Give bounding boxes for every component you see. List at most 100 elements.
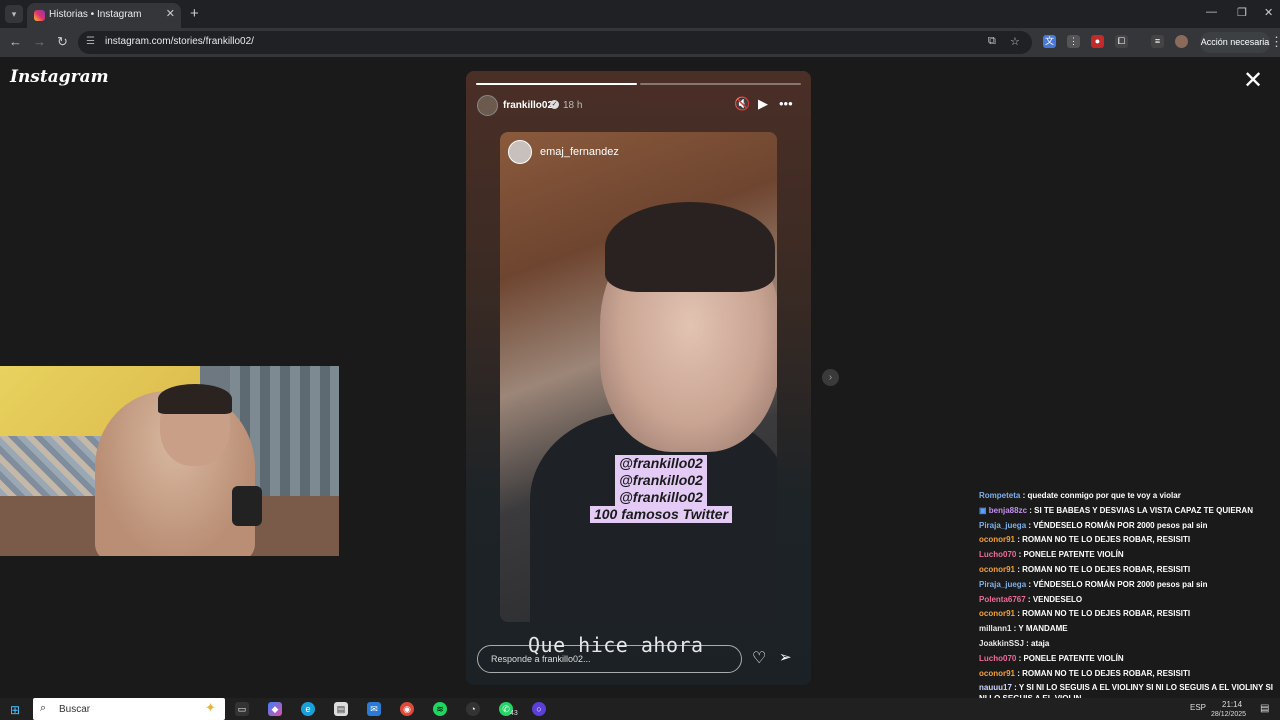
webcam-microphone [232,486,262,526]
edge-icon[interactable]: e [301,702,315,716]
chat-text: : Y MANDAME [1011,624,1068,634]
chat-text: : VÉNDESELO ROMÁN POR 2000 pesos pal sin [1026,579,1208,589]
story-progress-bar [476,83,637,85]
clock-time[interactable]: 21:14 [1222,700,1242,709]
app-icon[interactable]: ○ [532,702,546,716]
mention-sticker[interactable]: @frankillo02 @frankillo02 @frankillo02 1… [572,455,750,523]
chat-badge-icon: ▣ [979,505,989,515]
store-icon[interactable]: ▤ [334,702,348,716]
close-stories-icon[interactable]: ✕ [1243,69,1263,93]
chat-username: Polenta6767 [979,594,1026,604]
chat-message: nauuu17 : Y SI NI LO SEGUIS A EL VIOLINY… [976,681,1280,698]
story-viewer[interactable]: frankillo02 ✓ 18 h 🔇 ▶ ••• emaj_fernande… [466,71,811,685]
tab-close-icon[interactable]: ✕ [166,7,175,20]
chat-text: : Y SI NI LO SEGUIS A EL VIOLINY SI NI L… [979,683,1273,698]
action-needed-button[interactable]: Acción necesaria [1200,32,1270,53]
chat-username: Lucho070 [979,653,1017,663]
copilot-icon[interactable]: ◆ [268,702,282,716]
chat-text: : PONELE PATENTE VIOLÍN [1016,653,1124,663]
chat-message: Lucho070 : PONELE PATENTE VIOLÍN [976,652,1280,667]
taskbar-search-box[interactable]: ⌕ Buscar ✦ [33,698,225,720]
clock-app-icon[interactable]: ◔ [466,702,480,716]
taskbar-search-placeholder: Buscar [59,704,91,715]
chat-username: Piraja_juega [979,520,1027,530]
reload-icon[interactable]: ↻ [57,34,68,50]
chat-text: : ROMAN NO TE LO DEJES ROBAR, RESISITI [1015,564,1191,574]
chat-text: : SI TE BABEAS Y DESVIAS LA VISTA CAPAZ … [1027,505,1253,515]
adblock-extension-icon[interactable]: ● [1091,35,1104,48]
reading-list-icon[interactable]: ≡ [1151,35,1164,48]
chat-message: oconor91 : ROMAN NO TE LO DEJES ROBAR, R… [976,607,1280,622]
chat-text: : PONELE PATENTE VIOLÍN [1016,550,1124,560]
task-view-icon[interactable]: ▭ [235,702,249,716]
translate-extension-icon[interactable]: 文 [1043,35,1056,48]
windows-start-icon[interactable]: ⊞ [10,703,20,717]
address-bar[interactable]: ☰ instagram.com/stories/frankillo02/ ⧉ ☆ [78,31,1032,54]
story-author-avatar[interactable] [477,95,498,116]
new-tab-icon[interactable]: + [190,5,199,22]
more-options-icon[interactable]: ••• [779,96,793,111]
screen: ▾ Historias • Instagram ✕ + — ❐ ✕ ← → ↻ … [0,0,1280,720]
install-app-icon[interactable]: ⧉ [988,35,996,48]
chat-username: Lucho070 [979,550,1017,560]
extension-icon[interactable]: ⋮ [1067,35,1080,48]
next-story-arrow-icon[interactable]: › [822,369,839,386]
stream-chat-overlay: Rompeteta : quedate conmigo por que te v… [976,489,1280,698]
chat-message: oconor91 : ROMAN NO TE LO DEJES ROBAR, R… [976,667,1280,682]
chat-username: millann1 [979,624,1012,634]
story-author-username[interactable]: frankillo02 [503,100,553,111]
clock-date[interactable]: 28/12/2025 [1211,711,1246,718]
chat-username: JoakkinSSJ [979,638,1024,648]
mail-icon[interactable]: ✉ [367,702,381,716]
chat-text: : VENDESELO [1025,594,1083,604]
post-photo-hair [605,202,775,292]
notifications-icon[interactable]: ▤ [1260,703,1269,714]
browser-toolbar: ← → ↻ ☰ instagram.com/stories/frankillo0… [0,28,1280,57]
sticker-line: 100 famosos Twitter [589,506,733,523]
story-progress-fill [476,83,637,85]
maximize-icon[interactable]: ❐ [1237,6,1247,19]
chat-username: Piraja_juega [979,579,1027,589]
chat-username: nauuu17 [979,683,1012,693]
chat-message: ▣ benja88zc : SI TE BABEAS Y DESVIAS LA … [976,504,1280,519]
like-heart-icon[interactable]: ♡ [752,648,766,668]
send-direct-icon[interactable]: ➢ [779,648,792,666]
window-close-icon[interactable]: ✕ [1264,6,1273,19]
chat-username: benja88zc [988,505,1028,515]
back-icon[interactable]: ← [9,34,22,49]
shared-post-frame[interactable]: emaj_fernandez [500,132,777,622]
bookmark-star-icon[interactable]: ☆ [1010,35,1020,48]
browser-tab-strip: ▾ Historias • Instagram ✕ + — ❐ ✕ [0,0,1280,28]
extensions-puzzle-icon[interactable]: ⧠ [1115,35,1128,48]
profile-avatar[interactable] [1175,35,1188,48]
browser-menu-icon[interactable]: ⋮ [1270,34,1280,50]
instagram-logo[interactable]: Instagram [10,67,109,87]
url-text[interactable]: instagram.com/stories/frankillo02/ [105,36,254,47]
webcam-person-hair [158,384,232,414]
chat-message: Piraja_juega : VÉNDESELO ROMÁN POR 2000 … [976,578,1280,593]
language-indicator[interactable]: ESP [1190,703,1206,712]
sticker-line: @frankillo02 [615,489,707,506]
copilot-sparkle-icon: ✦ [205,700,216,715]
chat-message: Piraja_juega : VÉNDESELO ROMÁN POR 2000 … [976,519,1280,534]
chat-username: oconor91 [979,535,1016,545]
chat-text: : ataja [1023,638,1050,648]
chat-message: Polenta6767 : VENDESELO [976,593,1280,608]
play-icon[interactable]: ▶ [758,96,768,112]
muted-speaker-icon[interactable]: 🔇 [734,96,750,112]
forward-icon[interactable]: → [33,34,46,49]
chat-username: Rompeteta [979,491,1021,500]
tab-title: Historias • Instagram [49,9,142,20]
chat-username: oconor91 [979,668,1016,678]
instagram-favicon-icon [34,10,45,21]
chrome-icon[interactable]: ◉ [400,702,414,716]
tab-instagram-stories[interactable]: Historias • Instagram ✕ [27,3,181,28]
tab-search-chevron-icon[interactable]: ▾ [5,5,23,23]
minimize-icon[interactable]: — [1206,6,1217,18]
sticker-line: @frankillo02 [615,472,707,489]
site-info-icon[interactable]: ☰ [86,36,95,47]
spotify-icon[interactable]: ≋ [433,702,447,716]
search-icon: ⌕ [40,702,47,714]
shared-post-username[interactable]: emaj_fernandez [540,146,619,158]
shared-post-avatar[interactable] [508,140,532,164]
